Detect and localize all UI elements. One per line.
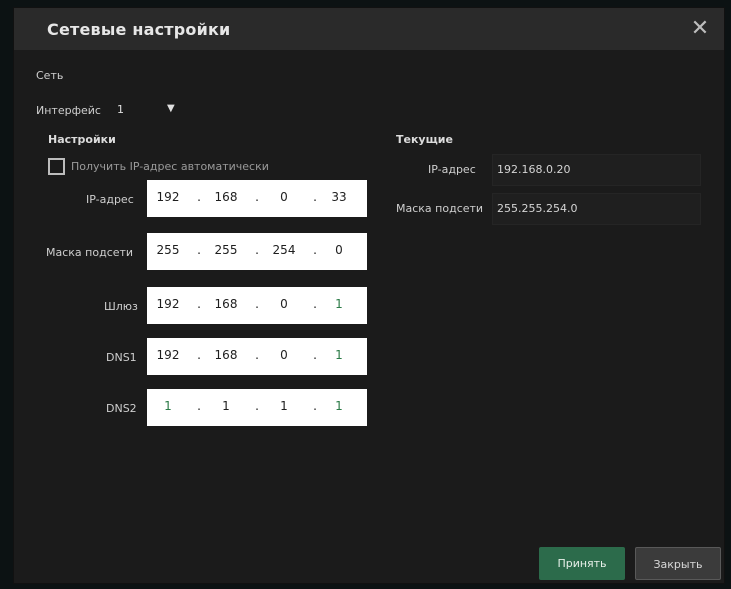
close-icon[interactable]: ✕	[688, 17, 712, 41]
octet: 1	[335, 348, 343, 362]
gateway-label: Шлюз	[104, 300, 138, 313]
octet: 1	[164, 399, 172, 413]
octet: 192	[156, 297, 180, 311]
octet: 254	[272, 243, 296, 257]
octet: 255	[214, 243, 238, 257]
current-mask-value: 255.255.254.0	[497, 202, 578, 215]
octet-separator: .	[255, 297, 259, 311]
octet: 0	[280, 348, 288, 362]
octet: 168	[214, 348, 238, 362]
dns2-label: DNS2	[106, 402, 137, 415]
title-bar: Сетевые настройки ✕	[14, 8, 724, 50]
octet-separator: .	[197, 297, 201, 311]
octet: 1	[335, 297, 343, 311]
dialog-title: Сетевые настройки	[47, 20, 231, 39]
octet-separator: .	[313, 243, 317, 257]
auto-ip-checkbox[interactable]	[48, 158, 65, 175]
octet: 33	[331, 190, 347, 204]
octet: 255	[156, 243, 180, 257]
octet-separator: .	[255, 348, 259, 362]
apply-button[interactable]: Принять	[539, 547, 625, 580]
dns1-field[interactable]: 192 . 168 . 0 . 1	[147, 338, 367, 375]
octet-separator: .	[255, 243, 259, 257]
current-ip-value: 192.168.0.20	[497, 163, 571, 176]
interface-select[interactable]: 1 ▼	[114, 101, 184, 121]
octet: 192	[156, 348, 180, 362]
gateway-field[interactable]: 192 . 168 . 0 . 1	[147, 287, 367, 324]
current-mask-label: Маска подсети	[396, 202, 484, 215]
octet-separator: .	[255, 399, 259, 413]
chevron-down-icon: ▼	[167, 103, 175, 114]
dns2-field[interactable]: 1 . 1 . 1 . 1	[147, 389, 367, 426]
octet: 1	[280, 399, 288, 413]
interface-value: 1	[117, 103, 124, 116]
octet-separator: .	[197, 190, 201, 204]
octet-separator: .	[255, 190, 259, 204]
octet-separator: .	[313, 348, 317, 362]
octet-separator: .	[197, 399, 201, 413]
close-button[interactable]: Закрыть	[635, 547, 721, 580]
network-settings-dialog: Сетевые настройки ✕ Сеть Интерфейс 1 ▼ Н…	[14, 8, 724, 583]
current-ip-field: 192.168.0.20	[492, 154, 701, 186]
current-mask-field: 255.255.254.0	[492, 193, 701, 225]
octet-separator: .	[197, 348, 201, 362]
dns1-label: DNS1	[106, 351, 137, 364]
ip-address-field[interactable]: 192 . 168 . 0 . 33	[147, 180, 367, 217]
octet-separator: .	[313, 399, 317, 413]
octet: 0	[280, 297, 288, 311]
octet: 168	[214, 190, 238, 204]
network-section-label: Сеть	[36, 69, 64, 82]
octet: 168	[214, 297, 238, 311]
octet: 0	[335, 243, 343, 257]
settings-heading: Настройки	[48, 133, 116, 146]
current-heading: Текущие	[396, 133, 453, 146]
current-ip-label: IP-адрес	[428, 163, 476, 176]
auto-ip-label: Получить IP-адрес автоматически	[71, 160, 269, 173]
octet-separator: .	[313, 297, 317, 311]
octet: 0	[280, 190, 288, 204]
octet: 1	[335, 399, 343, 413]
ip-address-label: IP-адрес	[86, 193, 134, 206]
subnet-mask-label: Маска подсети	[46, 246, 134, 259]
interface-label: Интерфейс	[36, 104, 101, 117]
octet-separator: .	[313, 190, 317, 204]
octet-separator: .	[197, 243, 201, 257]
subnet-mask-field[interactable]: 255 . 255 . 254 . 0	[147, 233, 367, 270]
octet: 1	[222, 399, 230, 413]
octet: 192	[156, 190, 180, 204]
